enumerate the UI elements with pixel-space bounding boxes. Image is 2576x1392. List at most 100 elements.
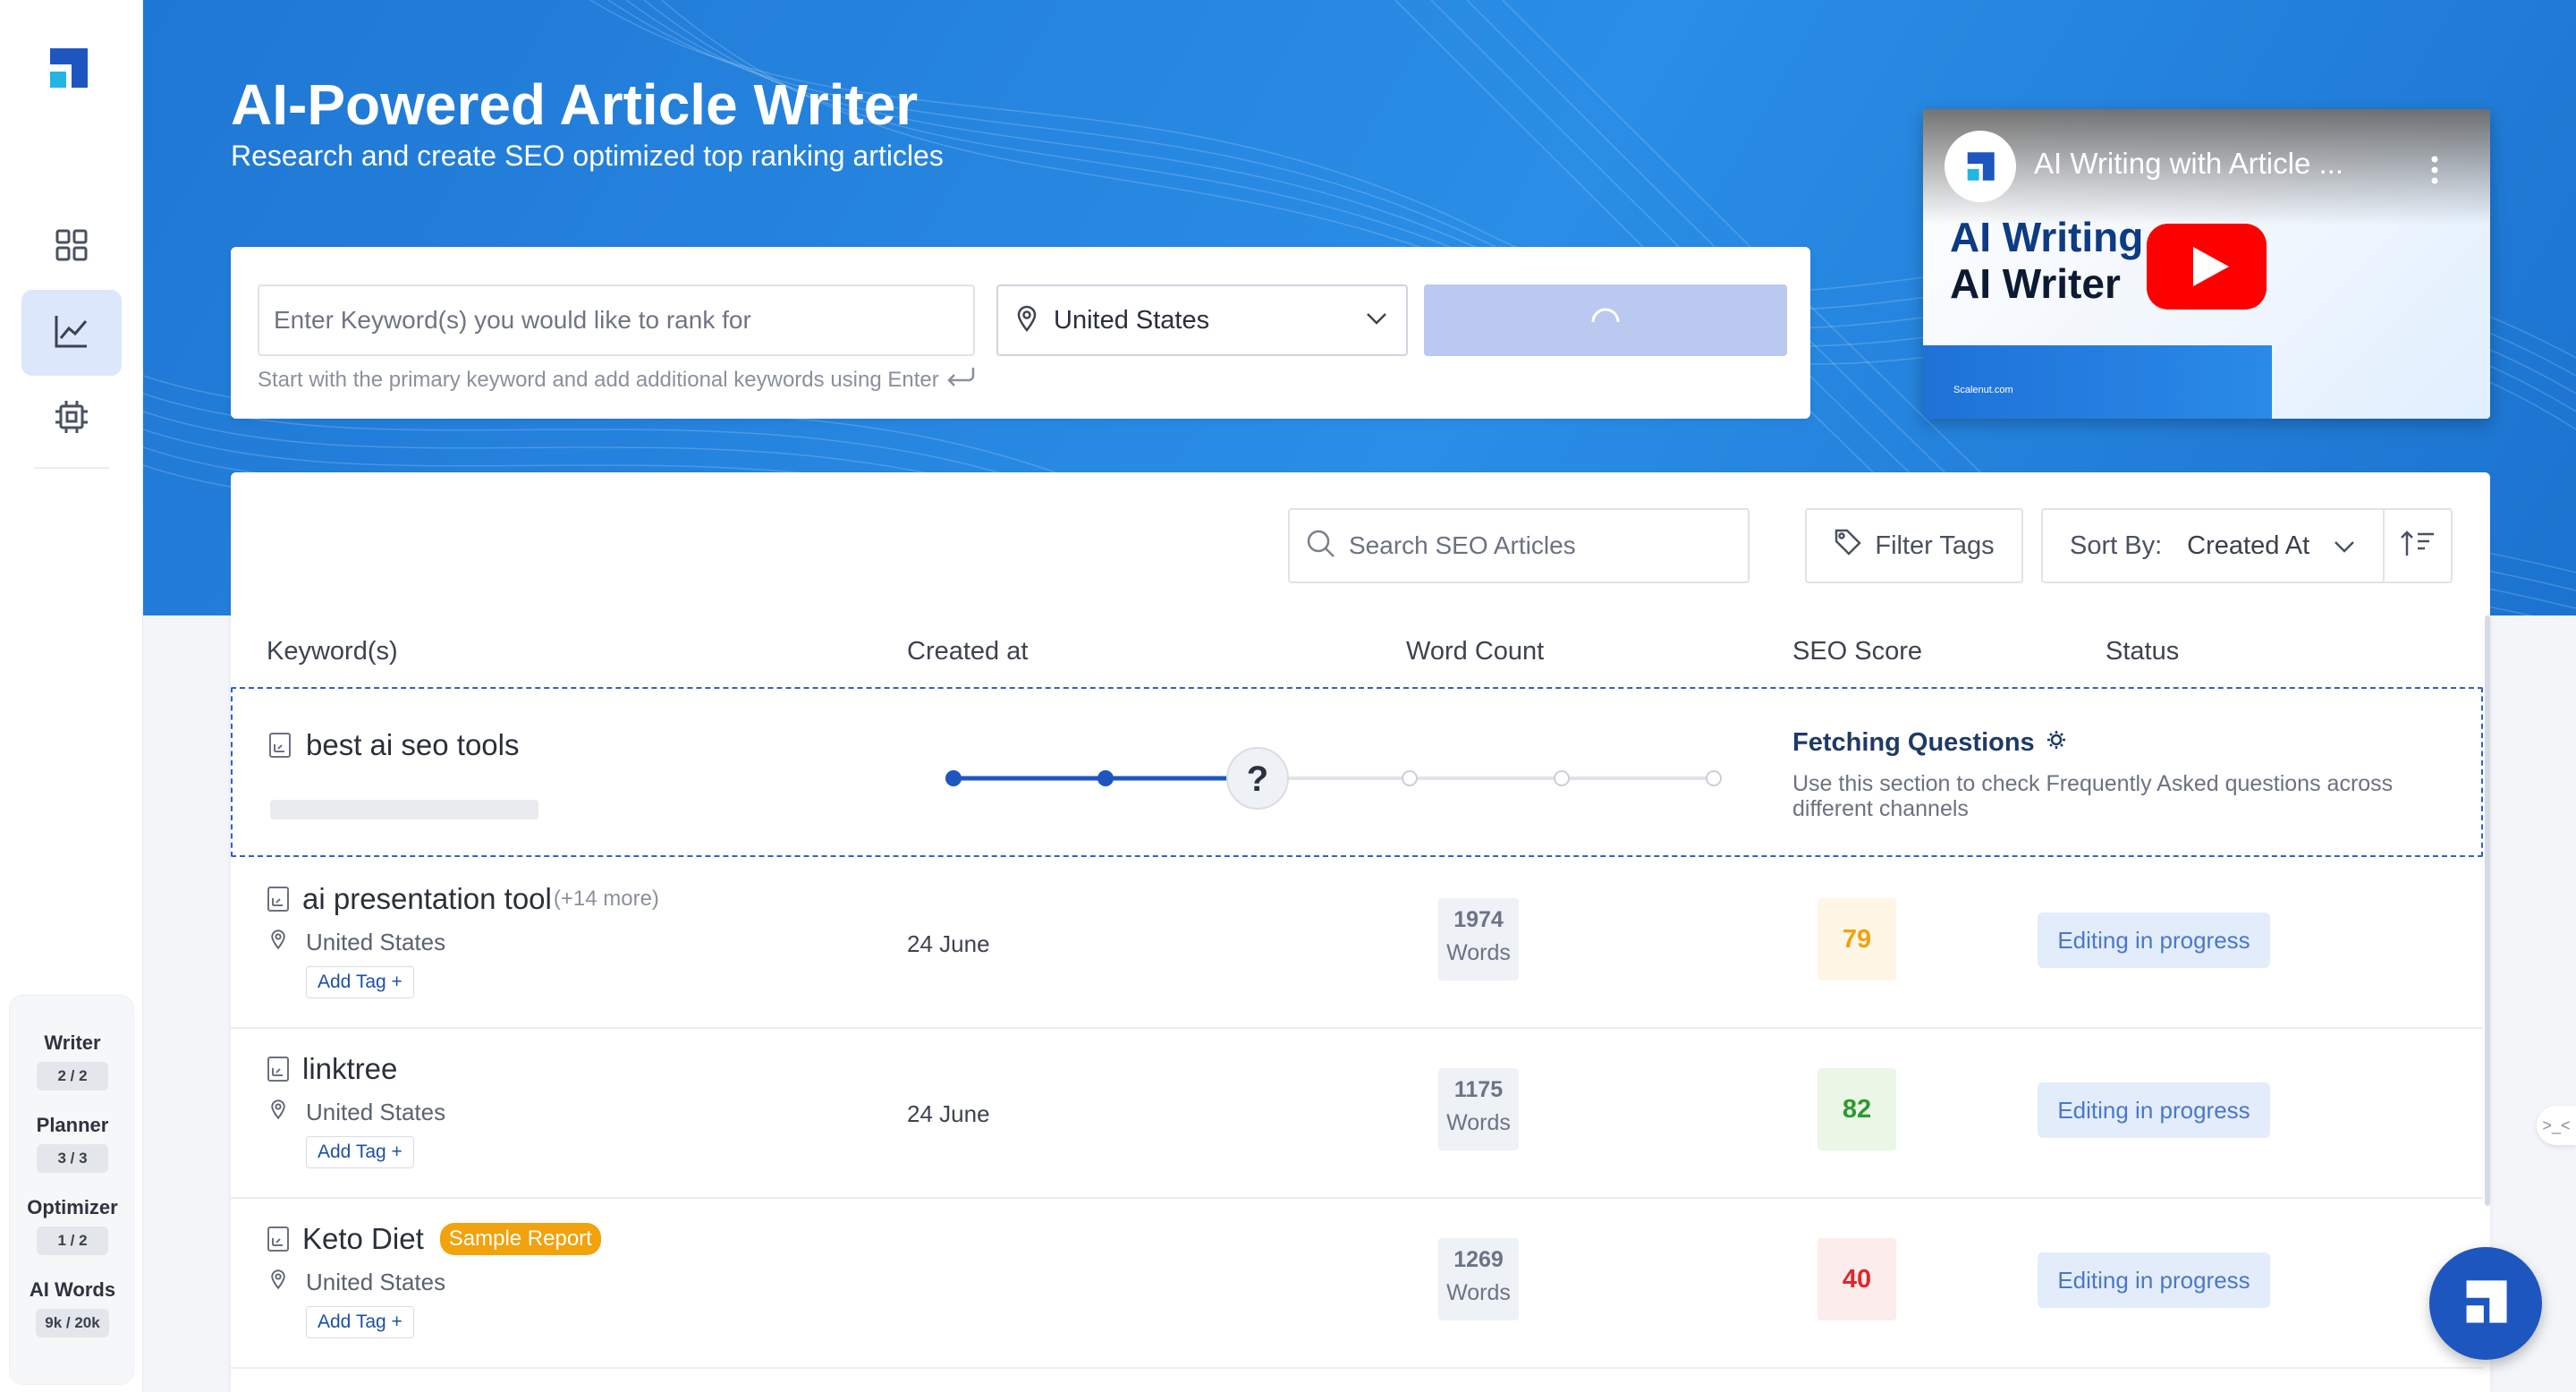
- col-header-word-count[interactable]: Word Count: [1406, 637, 1544, 666]
- sort-label: Sort By:: [2070, 530, 2163, 560]
- filter-tags-label: Filter Tags: [1875, 530, 1995, 560]
- sort-value: Created At: [2187, 530, 2310, 560]
- tag-icon: [1834, 528, 1862, 564]
- row-keyword[interactable]: linktree: [267, 1052, 397, 1086]
- play-button-icon[interactable]: [2147, 224, 2267, 310]
- video-thumbnail-band: [1923, 345, 2272, 419]
- create-article-button[interactable]: [1424, 284, 1787, 356]
- country-text: United States: [306, 1269, 446, 1295]
- gear-icon: [2046, 728, 2067, 758]
- status-badge[interactable]: Editing in progress: [2038, 912, 2270, 968]
- app-logo[interactable]: [43, 43, 93, 93]
- table-row[interactable]: Keto Diet Sample Report United States Ad…: [231, 1199, 2483, 1369]
- document-icon: [268, 732, 292, 759]
- search-icon: [1306, 529, 1336, 564]
- sort-direction-button[interactable]: [2383, 508, 2453, 583]
- col-header-status[interactable]: Status: [2106, 637, 2179, 666]
- add-tag-button[interactable]: Add Tag +: [306, 1136, 414, 1168]
- vertical-scrollbar[interactable]: [2485, 615, 2490, 1206]
- sort-by-select[interactable]: Sort By: Created At: [2041, 508, 2385, 583]
- location-pin-icon: [1016, 305, 1038, 336]
- usage-planner: Planner 3 / 3: [10, 1114, 135, 1173]
- usage-label: Writer: [44, 1031, 101, 1054]
- keyword-input[interactable]: [258, 284, 975, 356]
- row-country: United States: [270, 929, 445, 956]
- location-pin-icon: [270, 1099, 286, 1126]
- country-value: United States: [1054, 305, 1210, 335]
- location-pin-icon: [270, 1269, 286, 1296]
- trend-chart-icon: [52, 311, 91, 355]
- step-title: Fetching Questions: [1792, 728, 2067, 758]
- page-subtitle: Research and create SEO optimized top ra…: [231, 140, 944, 172]
- word-count-unit: Words: [1446, 1110, 1511, 1135]
- word-count-number: 1974: [1453, 907, 1504, 932]
- table-row[interactable]: linktree United States Add Tag + 24 June…: [231, 1029, 2483, 1199]
- row-keyword[interactable]: ai presentation tool (+14 more): [267, 882, 659, 916]
- created-date: 24 June: [907, 1100, 990, 1127]
- articles-panel: Filter Tags Sort By: Created At Keyword(…: [231, 472, 2490, 1392]
- seo-score-badge: 82: [1818, 1068, 1896, 1150]
- seo-score-badge: 40: [1818, 1238, 1896, 1320]
- processing-keyword: best ai seo tools: [268, 728, 519, 762]
- created-date: 24 June: [907, 930, 990, 957]
- usage-label: AI Words: [29, 1278, 116, 1301]
- keyword-search-card: United States Start with the primary key…: [231, 247, 1810, 419]
- side-widget-tab[interactable]: >_<: [2537, 1106, 2576, 1145]
- dashboard-nav-button[interactable]: [21, 204, 122, 290]
- word-count-number: 1175: [1453, 1077, 1504, 1102]
- word-count-badge: 1974 Words: [1438, 898, 1519, 980]
- country-select[interactable]: United States: [996, 284, 1408, 356]
- step-description: Use this section to check Frequently Ask…: [1792, 771, 2394, 821]
- seo-writer-nav-button[interactable]: [21, 290, 122, 376]
- more-vertical-icon[interactable]: [2417, 152, 2453, 188]
- page-title: AI-Powered Article Writer: [231, 72, 919, 137]
- processing-article-row[interactable]: best ai seo tools ? Fetching Questions U…: [231, 687, 2483, 857]
- table-row[interactable]: ai presentation tool (+14 more) United S…: [231, 859, 2483, 1029]
- keyword-hint: Start with the primary keyword and add a…: [258, 365, 977, 395]
- col-header-seo-score[interactable]: SEO Score: [1792, 637, 1922, 666]
- sort-order-icon: [2400, 529, 2436, 564]
- sidebar: Writer 2 / 2 Planner 3 / 3 Optimizer 1 /…: [0, 0, 143, 1392]
- document-icon: [267, 886, 290, 912]
- question-mark-icon: ?: [1247, 760, 1268, 799]
- enter-key-icon: [945, 365, 977, 395]
- more-keywords-count: (+14 more): [553, 887, 659, 911]
- video-title[interactable]: AI Writing with Article ...: [2034, 147, 2392, 181]
- usage-label: Planner: [36, 1114, 109, 1136]
- keyword-text: Keto Diet: [302, 1222, 424, 1255]
- document-icon: [267, 1226, 290, 1252]
- status-badge[interactable]: Editing in progress: [2038, 1082, 2270, 1138]
- usage-value: 2 / 2: [37, 1062, 108, 1091]
- step-title-text: Fetching Questions: [1792, 728, 2035, 757]
- step-dot-complete: [1097, 770, 1114, 786]
- step-dot-pending: [1402, 770, 1418, 786]
- row-keyword[interactable]: Keto Diet Sample Report: [267, 1222, 601, 1256]
- row-country: United States: [270, 1099, 445, 1126]
- channel-logo-icon[interactable]: [1945, 131, 2016, 202]
- step-dot-pending: [1706, 770, 1722, 786]
- grid-icon: [54, 227, 89, 267]
- col-header-created[interactable]: Created at: [907, 637, 1028, 666]
- usage-writer: Writer 2 / 2: [10, 1031, 135, 1091]
- status-badge[interactable]: Editing in progress: [2038, 1252, 2270, 1308]
- support-chat-button[interactable]: [2429, 1247, 2542, 1360]
- keyword-text: ai presentation tool: [302, 882, 552, 915]
- col-header-keywords[interactable]: Keyword(s): [267, 637, 398, 666]
- hint-text: Start with the primary keyword and add a…: [258, 367, 939, 392]
- video-site-label: Scalenut.com: [1953, 385, 2013, 395]
- document-icon: [267, 1056, 290, 1082]
- filter-tags-button[interactable]: Filter Tags: [1805, 508, 2023, 583]
- add-tag-button[interactable]: Add Tag +: [306, 1306, 414, 1338]
- video-thumbnail-line2: AI Writer: [1950, 260, 2121, 307]
- article-search-input[interactable]: [1349, 531, 1732, 560]
- location-pin-icon: [270, 929, 286, 956]
- optimizer-nav-button[interactable]: [21, 376, 122, 462]
- usage-ai-words: AI Words 9k / 20k: [10, 1278, 135, 1337]
- add-tag-button[interactable]: Add Tag +: [306, 966, 414, 998]
- sample-report-badge: Sample Report: [439, 1223, 601, 1255]
- word-count-badge: 1175 Words: [1438, 1068, 1519, 1150]
- usage-value: 3 / 3: [37, 1144, 108, 1173]
- chip-icon: [52, 397, 91, 441]
- tutorial-video[interactable]: AI Writing AI Writer Scalenut.com AI Wri…: [1923, 109, 2490, 419]
- article-search-box[interactable]: [1288, 508, 1750, 583]
